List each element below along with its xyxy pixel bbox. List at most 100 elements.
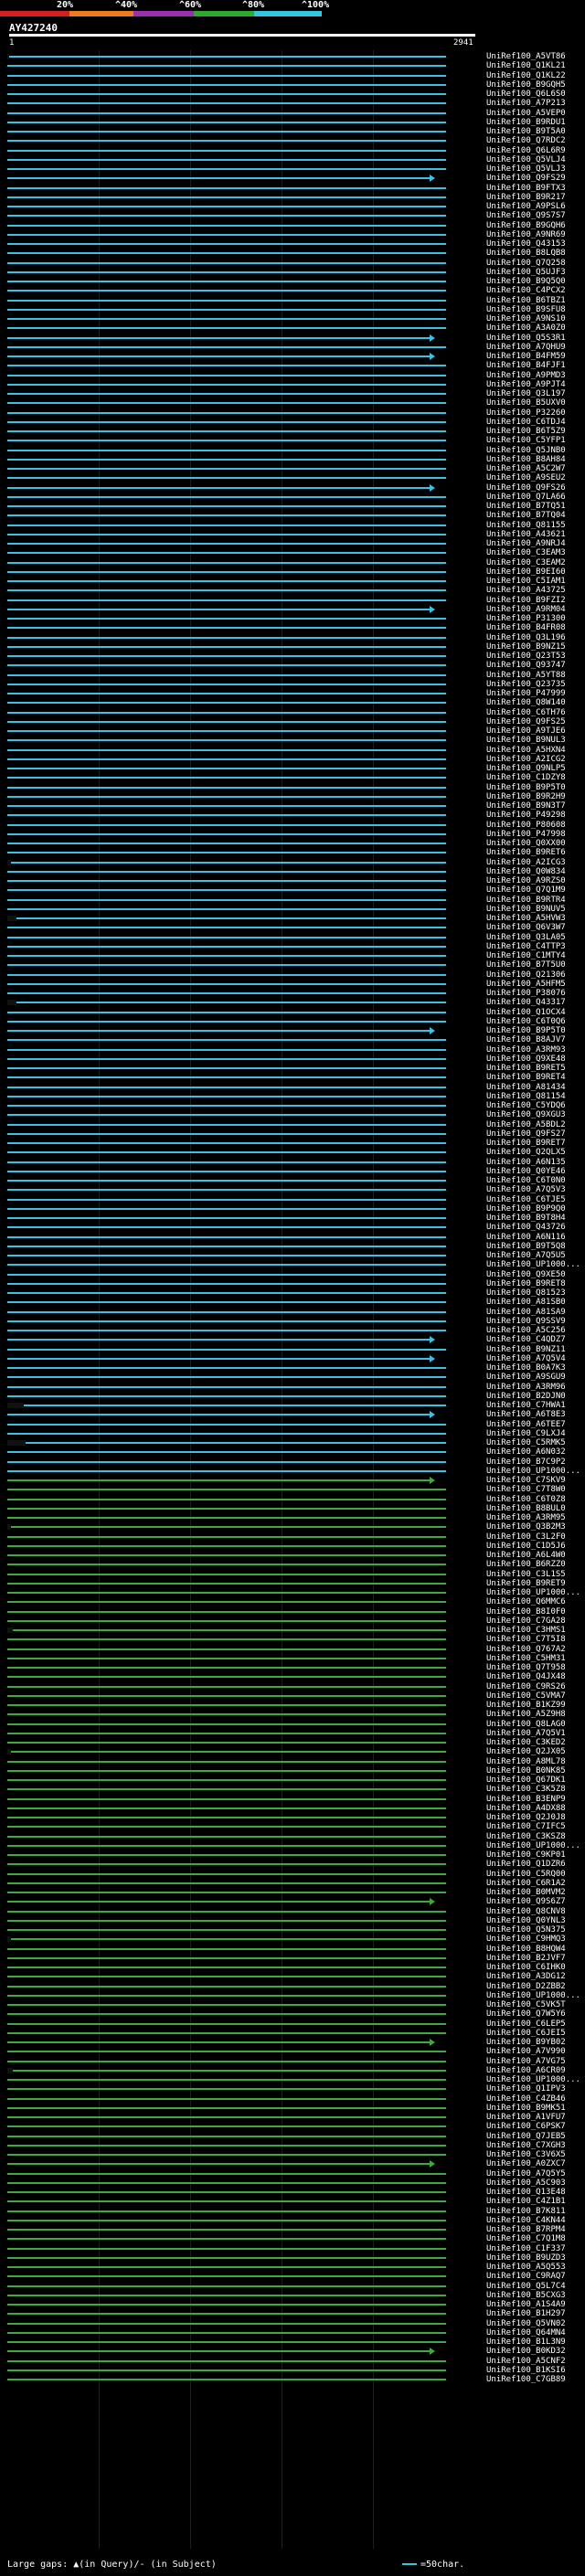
- alignment-line: [7, 402, 446, 405]
- alignment-line: [7, 2304, 446, 2306]
- gap-arrow-icon: [430, 605, 435, 613]
- alignment-line: [7, 982, 446, 985]
- hit-list: UniRef100_A5VT86 UniRef100_Q1KL21 UniRef10…: [0, 0, 585, 2576]
- alignment-line: [7, 2144, 446, 2147]
- alignment-line: [7, 449, 446, 451]
- alignment-line: [7, 1451, 446, 1454]
- alignment-line: [7, 355, 430, 357]
- alignment-line: [7, 2097, 446, 2100]
- alignment-line: [7, 1760, 446, 1763]
- alignment-line: [7, 2313, 446, 2316]
- alignment-line: [7, 693, 446, 694]
- alignment-line: [7, 1892, 446, 1893]
- alignment-line: [7, 477, 446, 480]
- alignment-line: [7, 1432, 446, 1435]
- alignment-line: [7, 1105, 446, 1107]
- alignment-line: [7, 945, 446, 948]
- alignment-line: [7, 1301, 446, 1304]
- alignment-line: [7, 795, 446, 798]
- alignment-line: [7, 149, 446, 152]
- scale-label: =50char.: [420, 2560, 465, 2570]
- alignment-line: [7, 618, 446, 620]
- alignment-line: [7, 1582, 446, 1585]
- alignment-line: [7, 1956, 446, 1959]
- hit-id-link[interactable]: UniRef100_C7GB89: [486, 2375, 566, 2385]
- alignment-line: [7, 955, 446, 957]
- alignment-line: [7, 1255, 446, 1256]
- alignment-line: [7, 1385, 446, 1388]
- alignment-line: [7, 243, 446, 245]
- gap-arrow-icon: [430, 2348, 435, 2356]
- alignment-line: [7, 1732, 446, 1734]
- alignment-line: [7, 1123, 446, 1126]
- alignment-line: [7, 1282, 446, 1285]
- alignment-line: [7, 1844, 446, 1847]
- alignment-line: [7, 1901, 430, 1903]
- alignment-line: [7, 2350, 430, 2353]
- alignment-line: [7, 1423, 446, 1426]
- alignment-line: [7, 664, 446, 667]
- alignment-line: [7, 683, 446, 685]
- alignment-line: [7, 1910, 446, 1913]
- gap-region: [7, 1440, 26, 1446]
- alignment-line: [7, 589, 446, 592]
- alignment-line: [7, 711, 446, 714]
- alignment-line: [7, 270, 446, 273]
- alignment-line: [7, 636, 446, 639]
- alignment-line: [7, 2125, 446, 2128]
- alignment-line: [7, 608, 430, 610]
- alignment-line: [7, 1638, 446, 1641]
- alignment-line: [7, 1469, 446, 1472]
- alignment-line: [7, 823, 446, 826]
- alignment-line: [7, 2013, 446, 2016]
- alignment-line: [7, 1826, 446, 1829]
- hit-row[interactable]: UniRef100_C7GB89: [0, 2375, 585, 2385]
- alignment-line: [7, 486, 430, 489]
- alignment-line: [7, 1863, 446, 1866]
- gap-arrow-icon: [430, 2039, 435, 2046]
- alignment-line: [7, 2172, 446, 2175]
- gap-arrow-icon: [430, 1354, 435, 1362]
- alignment-line: [7, 206, 446, 207]
- alignment-line: [7, 2341, 446, 2343]
- alignment-line: [7, 552, 446, 555]
- alignment-line: [7, 627, 446, 630]
- alignment-line: [7, 1723, 446, 1725]
- alignment-line: [7, 720, 446, 723]
- alignment-line: [7, 1226, 446, 1229]
- alignment-line: [7, 1676, 446, 1679]
- alignment-line: [7, 1273, 446, 1276]
- alignment-line: [7, 2266, 446, 2268]
- alignment-line: [7, 561, 446, 564]
- alignment-line: [7, 1657, 446, 1659]
- alignment-line: [11, 1526, 446, 1529]
- alignment-line: [7, 645, 446, 648]
- alignment-line: [7, 964, 446, 967]
- alignment-line: [7, 1310, 446, 1313]
- alignment-line: [7, 1966, 446, 1968]
- alignment-line: [7, 1067, 446, 1069]
- alignment-line: [7, 261, 446, 264]
- alignment-line: [7, 1601, 446, 1604]
- alignment-line: [7, 252, 446, 255]
- scale-swatch: [402, 2563, 417, 2565]
- alignment-line: [7, 1039, 446, 1042]
- alignment-line: [7, 2135, 446, 2137]
- alignment-line: [7, 1544, 446, 1547]
- alignment-line: [7, 1797, 446, 1800]
- alignment-line: [7, 1479, 430, 1481]
- alignment-line: [7, 2191, 446, 2193]
- gap-arrow-icon: [430, 2160, 435, 2168]
- alignment-line: [7, 411, 446, 414]
- alignment-line: [7, 1694, 446, 1697]
- alignment-line: [9, 56, 446, 58]
- alignment-line: [7, 1610, 446, 1613]
- gaps-legend: Large gaps: ▲(in Query)/- (in Subject): [7, 2560, 217, 2570]
- alignment-line: [7, 374, 446, 376]
- alignment-line: [7, 973, 446, 976]
- alignment-line: [7, 1348, 446, 1351]
- alignment-line: [7, 2041, 430, 2043]
- alignment-line: [7, 1048, 446, 1051]
- alignment-line: [7, 281, 446, 282]
- alignment-line: [7, 327, 446, 330]
